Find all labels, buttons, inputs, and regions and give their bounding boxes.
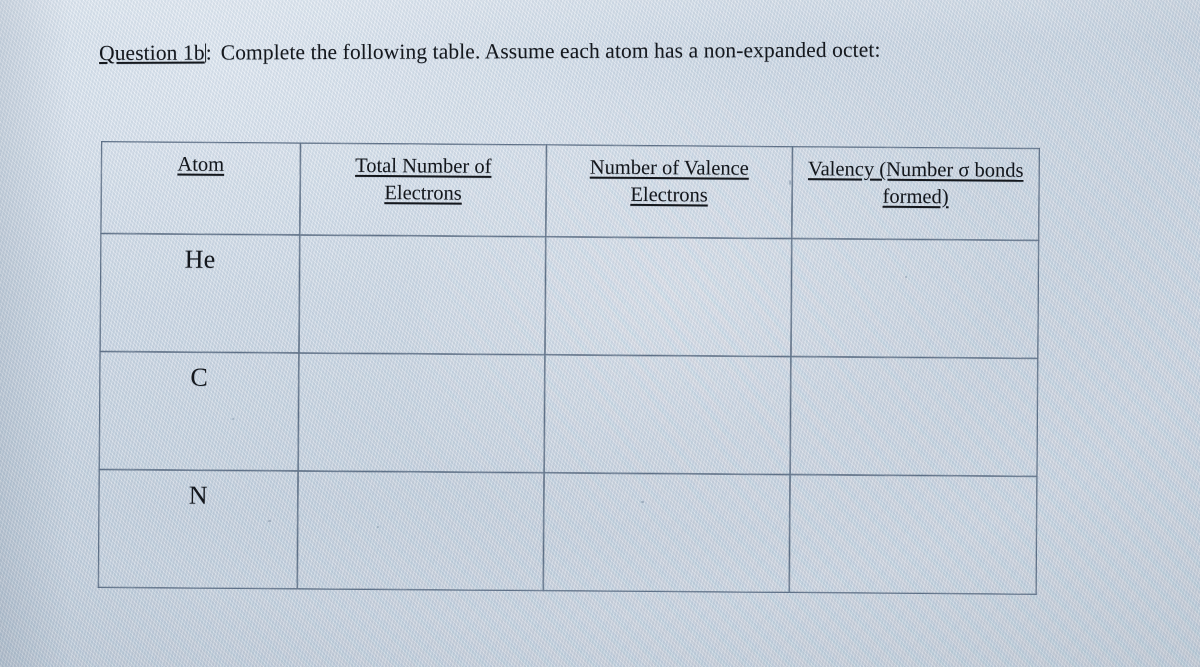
answer-blank [545,237,791,356]
column-header-total-electrons: Total Number of Electrons [299,142,547,237]
worksheet-content: Question 1b: Complete the following table… [0,0,1200,667]
cell-total-electrons-he[interactable] [298,234,546,355]
cell-atom-n: N [98,469,299,589]
answer-blank [299,353,545,472]
cell-valency-c[interactable] [790,356,1038,477]
column-header-atom: Atom [100,141,301,235]
column-header-total-electrons-line1: Total Number of [355,154,492,178]
answer-table: Atom Total Number of Electrons Number of… [98,141,1040,595]
column-header-valency-line1: Valency (Number σ bonds [808,158,1024,182]
answer-blank [298,471,544,590]
column-header-atom-line1: Atom [177,153,225,176]
question-label: Question 1b [99,40,205,65]
answer-blank [545,355,791,474]
cell-atom-he: He [99,233,300,353]
answer-blank [791,239,1038,358]
column-header-valence-electrons-line2: Electrons [630,183,708,207]
answer-blank [299,235,545,354]
answer-blank [790,475,1037,594]
answer-blank [544,473,790,592]
cell-atom-c: C [99,351,299,471]
atom-symbol: He [184,244,216,274]
answer-blank [791,357,1038,476]
question-colon: : [205,40,212,65]
column-header-valence-electrons: Number of Valence Electrons [545,144,793,239]
atom-symbol: N [188,480,209,510]
atom-symbol: C [190,362,209,392]
cell-valence-electrons-n[interactable] [543,472,791,593]
column-header-valency: Valency (Number σ bonds formed) [791,146,1040,241]
cell-valence-electrons-he[interactable] [544,236,792,357]
cell-total-electrons-c[interactable] [298,352,545,473]
column-header-valence-electrons-line1: Number of Valence [589,156,749,180]
table-row: C [99,351,1038,477]
question-prompt: Question 1b: Complete the following table… [99,38,881,66]
question-text: Complete the following table. Assume eac… [220,37,881,65]
table-header-row: Atom Total Number of Electrons Number of… [100,141,1040,241]
cell-valency-n[interactable] [789,474,1038,595]
answer-table-wrapper: Atom Total Number of Electrons Number of… [98,141,1040,595]
photographed-worksheet: Question 1b: Complete the following table… [0,0,1200,667]
cell-valence-electrons-c[interactable] [544,354,791,475]
column-header-total-electrons-line2: Electrons [384,182,462,205]
cell-valency-he[interactable] [790,238,1039,359]
column-header-valency-line2: formed) [882,185,949,209]
table-row: N [98,469,1038,595]
table-row: He [99,233,1039,359]
cell-total-electrons-n[interactable] [297,470,545,591]
